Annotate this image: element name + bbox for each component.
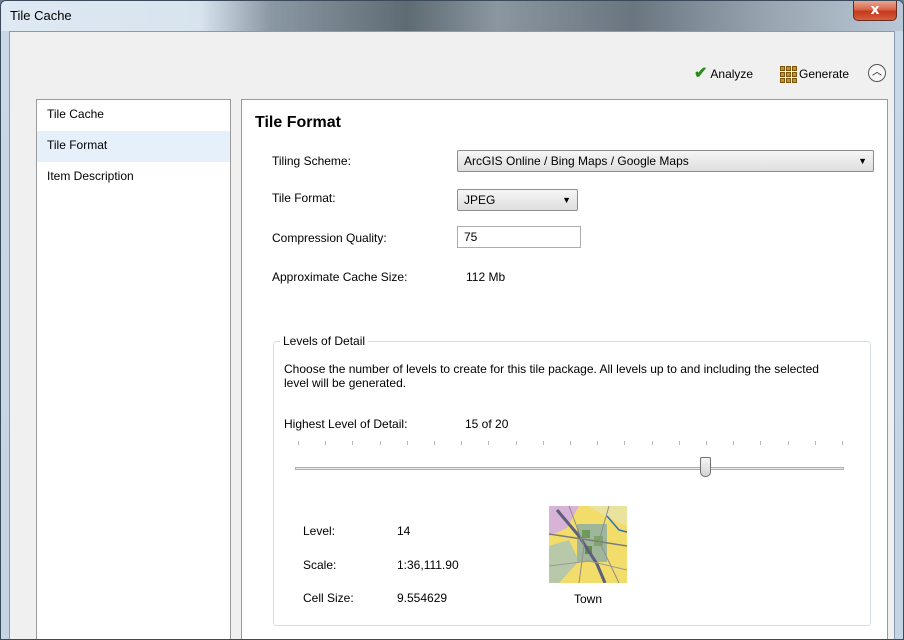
compression-quality-input[interactable]: 75 [457, 226, 581, 248]
generate-icon [780, 66, 797, 83]
slider-tick [733, 441, 735, 445]
dropdown-arrow-icon: ▼ [562, 195, 571, 205]
tiling-scheme-label: Tiling Scheme: [272, 154, 351, 168]
tiling-scheme-value: ArcGIS Online / Bing Maps / Google Maps [464, 154, 689, 168]
generate-label: Generate [799, 67, 850, 81]
collapse-up-icon[interactable]: ︿ [868, 64, 886, 82]
slider-tick [406, 441, 408, 445]
tile-format-panel: Tile Format Tiling Scheme: ArcGIS Online… [241, 99, 888, 639]
tile-cache-window: Tile Cache x ✔ Analyze Generate ︿ Tile C… [0, 0, 904, 640]
slider-tick [597, 441, 599, 445]
title-bar[interactable]: Tile Cache x [1, 1, 903, 31]
levels-description: Choose the number of levels to create fo… [284, 362, 819, 390]
slider-tick [352, 441, 354, 445]
levels-of-detail-legend: Levels of Detail [280, 334, 369, 348]
slider-tick [379, 441, 381, 445]
dialog-client-area: ✔ Analyze Generate ︿ Tile Cache Tile For… [9, 31, 895, 639]
slider-tick [651, 441, 653, 445]
sidebar-item-tile-format[interactable]: Tile Format [37, 131, 230, 162]
level-slider-thumb[interactable] [700, 457, 711, 477]
sidebar-item-item-description[interactable]: Item Description [37, 162, 230, 193]
tile-format-label: Tile Format: [272, 191, 336, 205]
slider-tick [570, 441, 571, 445]
slider-tick [706, 441, 707, 445]
scale-label: Scale: [303, 558, 337, 572]
generate-button[interactable]: Generate [780, 65, 849, 83]
analyze-button[interactable]: ✔ Analyze [694, 65, 753, 83]
highest-level-label: Highest Level of Detail: [284, 417, 408, 431]
slider-tick [842, 441, 843, 445]
slider-tick [461, 441, 463, 445]
tile-format-value: JPEG [464, 193, 496, 207]
window-title: Tile Cache [10, 8, 72, 23]
slider-tick [298, 441, 299, 445]
tile-format-select[interactable]: JPEG ▼ [457, 189, 578, 211]
analyze-label: Analyze [710, 67, 754, 81]
slider-tick [542, 441, 544, 445]
dropdown-arrow-icon: ▼ [858, 156, 867, 166]
thumbnail-caption: Town [574, 592, 603, 606]
cell-size-label: Cell Size: [303, 591, 354, 605]
slider-tick [488, 441, 490, 445]
sidebar: Tile Cache Tile Format Item Description [36, 99, 231, 639]
slider-tick [787, 441, 789, 445]
map-thumbnail-image [549, 506, 627, 583]
scale-value: 1:36,111.90 [397, 558, 459, 572]
slider-tick [678, 441, 680, 445]
cache-size-value: 112 Mb [466, 270, 506, 284]
close-button[interactable]: x [853, 1, 897, 21]
slider-tick [760, 441, 762, 445]
cell-size-value: 9.554629 [397, 591, 448, 605]
slider-tick [434, 441, 435, 445]
slider-tick [624, 441, 626, 445]
tiling-scheme-select[interactable]: ArcGIS Online / Bing Maps / Google Maps … [457, 150, 874, 172]
levels-of-detail-group: Levels of Detail Choose the number of le… [273, 334, 871, 626]
level-label: Level: [303, 524, 336, 538]
slider-tick [814, 441, 816, 445]
slider-tick [325, 441, 327, 445]
compression-quality-label: Compression Quality: [272, 231, 387, 245]
sidebar-item-tile-cache[interactable]: Tile Cache [37, 100, 230, 131]
level-slider-track[interactable] [295, 467, 844, 470]
page-title: Tile Format [255, 114, 341, 131]
toolbar: ✔ Analyze Generate ︿ [10, 32, 894, 87]
highest-level-value: 15 of 20 [465, 417, 509, 431]
cache-size-label: Approximate Cache Size: [272, 270, 408, 284]
checkmark-icon: ✔ [694, 65, 708, 82]
close-icon: x [870, 2, 880, 18]
level-value: 14 [397, 524, 411, 538]
slider-tick [515, 441, 517, 445]
